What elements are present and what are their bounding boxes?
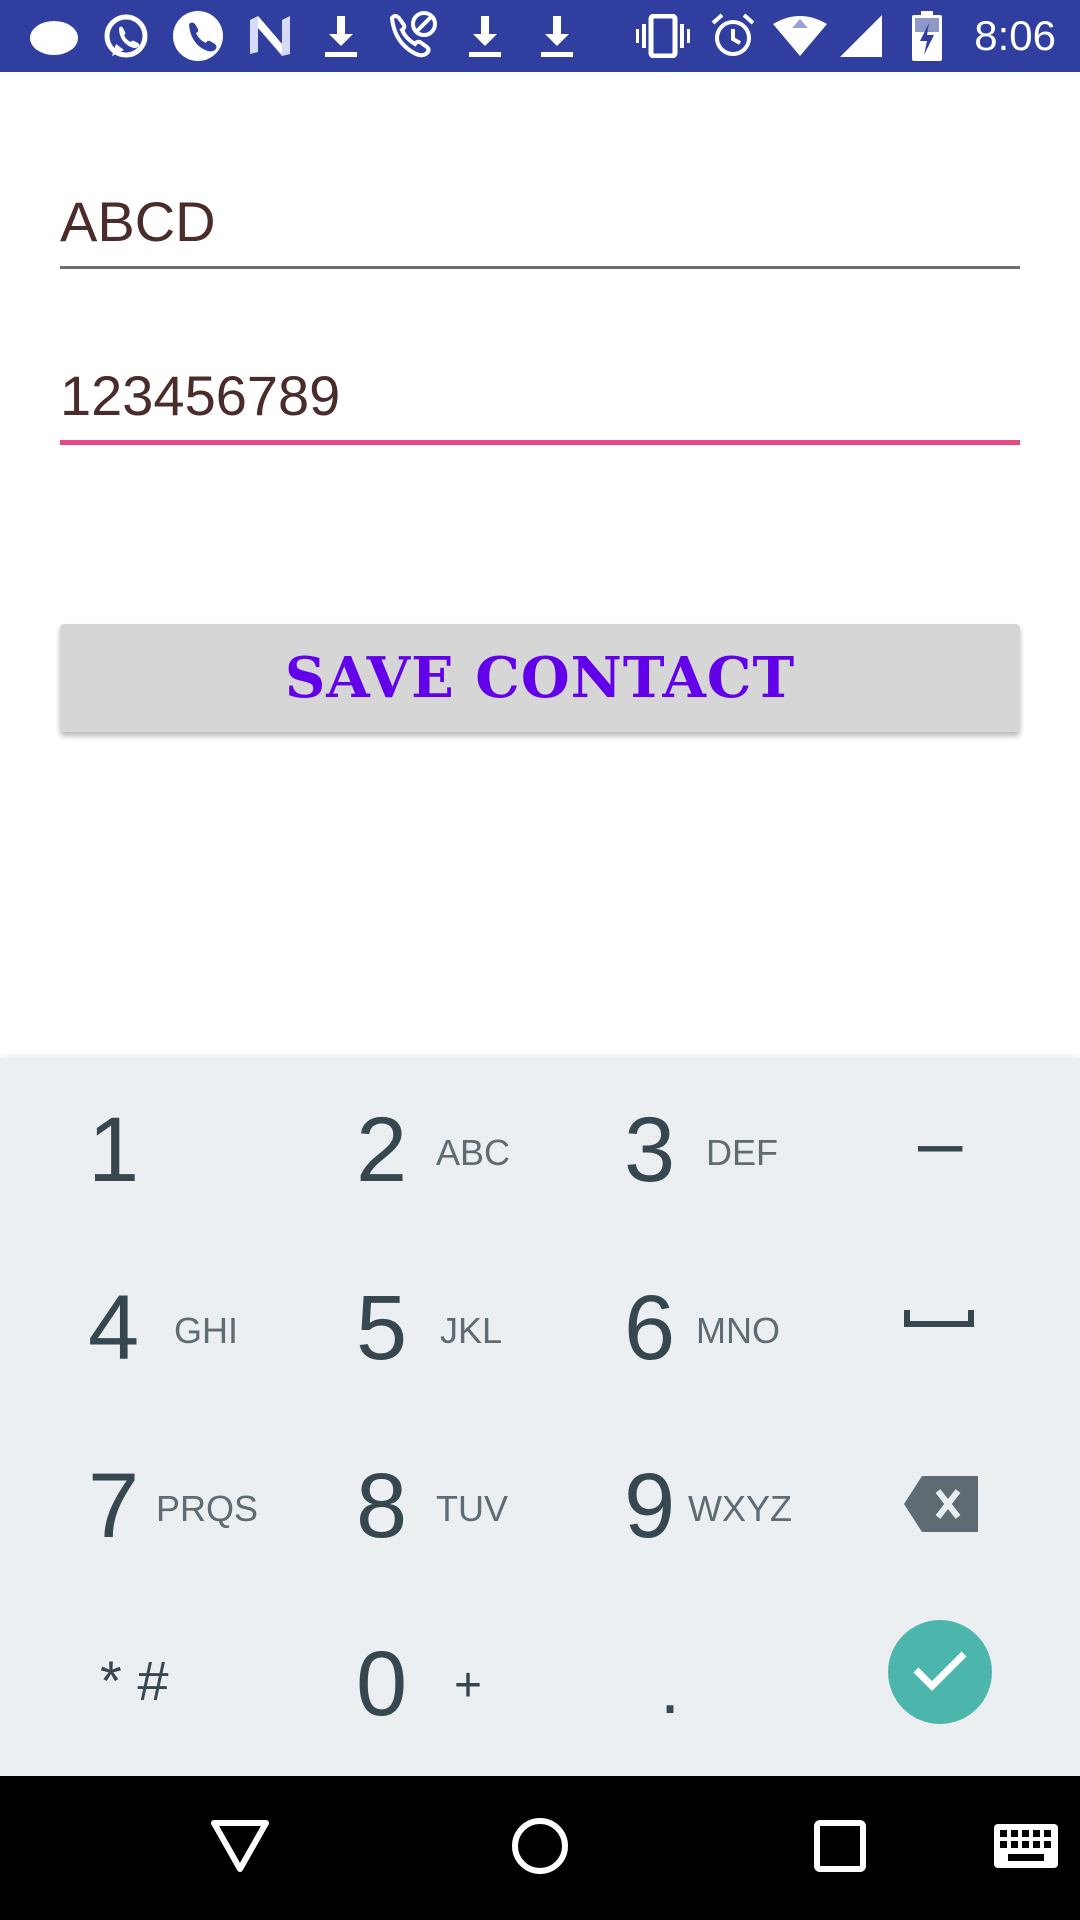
alarm-icon — [708, 10, 758, 62]
cloud-icon — [26, 10, 82, 62]
key-digit: 8 — [356, 1455, 408, 1557]
key-2[interactable]: 2 ABC — [270, 1058, 540, 1236]
phone-input[interactable] — [60, 356, 1020, 436]
home-icon — [510, 1816, 570, 1881]
missed-call-icon — [384, 10, 440, 62]
keyboard-icon — [994, 1823, 1058, 1873]
name-field[interactable] — [60, 182, 1020, 269]
key-space[interactable] — [810, 1236, 1080, 1414]
key-9[interactable]: 9 WXYZ — [540, 1414, 810, 1592]
key-digit: 4 — [88, 1277, 140, 1379]
recents-icon — [813, 1819, 867, 1878]
key-digit: 2 — [356, 1099, 408, 1201]
key-4[interactable]: 4 GHI — [0, 1236, 270, 1414]
clock: 8:06 — [974, 12, 1056, 59]
navigation-bar — [0, 1776, 1080, 1920]
dot-symbol: . — [660, 1649, 681, 1729]
key-letters: PRQS — [156, 1488, 259, 1529]
minus-symbol: – — [918, 1097, 963, 1186]
check-icon — [912, 1648, 968, 1697]
whatsapp-icon — [100, 10, 152, 62]
back-button[interactable] — [190, 1776, 290, 1920]
name-input[interactable] — [60, 182, 1020, 262]
key-0[interactable]: 0 + — [270, 1592, 540, 1770]
battery-charging-icon — [908, 10, 946, 62]
key-5[interactable]: 5 JKL — [270, 1236, 540, 1414]
download-icon — [536, 10, 578, 62]
key-dot[interactable]: . — [540, 1592, 810, 1770]
key-digit: 7 — [88, 1455, 140, 1557]
phone-icon — [170, 10, 226, 62]
key-digit: 9 — [624, 1455, 676, 1557]
status-bar: 8:06 — [0, 0, 1080, 72]
n-app-icon — [244, 10, 296, 62]
key-6[interactable]: 6 MNO — [540, 1236, 810, 1414]
key-letters: DEF — [706, 1132, 778, 1173]
phone-field[interactable] — [60, 356, 1020, 445]
star-hash-symbol: * # — [100, 1649, 169, 1712]
save-contact-button[interactable]: SAVE CONTACT — [60, 624, 1020, 732]
keyboard-switch-button[interactable] — [976, 1776, 1076, 1920]
backspace-icon — [904, 1476, 978, 1537]
signal-icon — [838, 10, 884, 62]
key-letters: JKL — [440, 1310, 503, 1351]
key-digit: 1 — [88, 1099, 140, 1201]
name-underline — [60, 266, 1020, 269]
key-letters: WXYZ — [688, 1488, 792, 1529]
key-letters: TUV — [436, 1488, 508, 1529]
key-minus[interactable]: – — [810, 1058, 1080, 1236]
key-plus: + — [454, 1659, 483, 1712]
space-icon — [904, 1308, 974, 1333]
key-1[interactable]: 1 — [0, 1058, 270, 1236]
key-digit: 6 — [624, 1277, 676, 1379]
back-icon — [210, 1819, 270, 1878]
vibrate-icon — [634, 10, 692, 62]
key-7[interactable]: 7 PRQS — [0, 1414, 270, 1592]
key-letters: GHI — [174, 1310, 239, 1351]
key-8[interactable]: 8 TUV — [270, 1414, 540, 1592]
key-letters: MNO — [696, 1310, 780, 1351]
download-icon — [464, 10, 506, 62]
key-letters: ABC — [436, 1132, 511, 1173]
phone-underline-focused — [60, 440, 1020, 445]
recents-button[interactable] — [790, 1776, 890, 1920]
key-digit: 5 — [356, 1277, 408, 1379]
wifi-icon — [772, 10, 828, 62]
download-icon — [320, 10, 362, 62]
key-star-hash[interactable]: * # — [0, 1592, 270, 1770]
key-3[interactable]: 3 DEF — [540, 1058, 810, 1236]
home-button[interactable] — [490, 1776, 590, 1920]
done-button[interactable] — [888, 1620, 992, 1724]
key-digit: 3 — [624, 1099, 676, 1201]
key-backspace[interactable] — [810, 1414, 1080, 1592]
key-digit: 0 — [356, 1633, 408, 1735]
